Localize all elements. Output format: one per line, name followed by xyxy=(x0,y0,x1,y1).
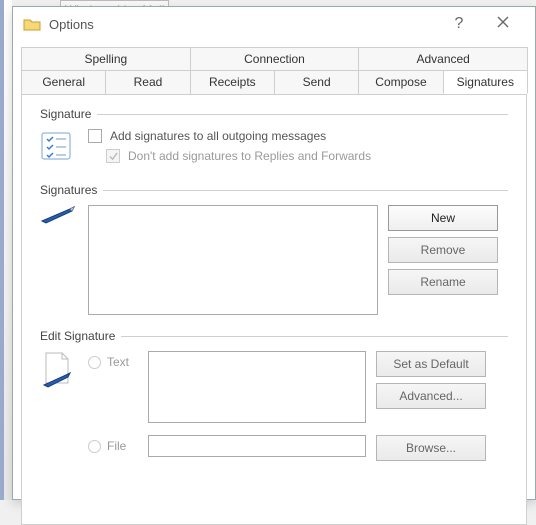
page-pen-icon xyxy=(40,351,88,394)
folder-icon xyxy=(23,17,41,31)
new-button[interactable]: New xyxy=(388,205,498,231)
help-button[interactable]: ? xyxy=(437,7,481,41)
group-edit-signature: Edit Signature Text Set as Defaul xyxy=(40,329,508,473)
window-title: Options xyxy=(49,17,437,32)
divider xyxy=(121,336,508,337)
tab-read[interactable]: Read xyxy=(105,70,190,94)
label-radio-text: Text xyxy=(107,355,129,369)
rename-button: Rename xyxy=(388,269,498,295)
browse-button: Browse... xyxy=(376,435,486,461)
signature-text-input xyxy=(148,351,366,423)
signatures-listbox[interactable] xyxy=(88,205,378,315)
options-dialog: Options ? Spelling Connection Advanced G… xyxy=(12,6,536,500)
group-signature: Signature Add signatures to all outgoing… xyxy=(40,107,508,169)
tab-compose[interactable]: Compose xyxy=(358,70,443,94)
radio-file xyxy=(88,440,101,453)
checklist-icon xyxy=(40,129,88,166)
checkbox-add-signatures[interactable] xyxy=(88,129,102,143)
tab-advanced[interactable]: Advanced xyxy=(358,47,528,70)
checkbox-dont-add-replies xyxy=(106,149,120,163)
radio-text xyxy=(88,356,101,369)
tab-content: Signature Add signatures to all outgoing… xyxy=(21,95,527,525)
group-title-edit: Edit Signature xyxy=(40,329,115,343)
group-title-signatures: Signatures xyxy=(40,183,97,197)
tab-general[interactable]: General xyxy=(21,70,106,94)
label-dont-add-replies: Don't add signatures to Replies and Forw… xyxy=(128,149,371,163)
set-default-button: Set as Default xyxy=(376,351,486,377)
group-title-signature: Signature xyxy=(40,107,91,121)
titlebar: Options ? xyxy=(13,7,535,41)
label-radio-file: File xyxy=(107,439,126,453)
divider xyxy=(103,190,508,191)
tab-receipts[interactable]: Receipts xyxy=(190,70,275,94)
tab-strip: Spelling Connection Advanced General Rea… xyxy=(13,41,535,95)
signature-file-input xyxy=(148,435,366,457)
tab-connection[interactable]: Connection xyxy=(190,47,360,70)
tab-spelling[interactable]: Spelling xyxy=(21,47,191,70)
label-add-signatures: Add signatures to all outgoing messages xyxy=(110,129,326,143)
advanced-button: Advanced... xyxy=(376,383,486,409)
tab-send[interactable]: Send xyxy=(274,70,359,94)
remove-button: Remove xyxy=(388,237,498,263)
pen-icon xyxy=(40,205,88,228)
group-signatures-list: Signatures New Remove Rename xyxy=(40,183,508,315)
close-button[interactable] xyxy=(481,7,525,41)
divider xyxy=(97,114,508,115)
left-edge xyxy=(0,0,4,500)
tab-signatures[interactable]: Signatures xyxy=(443,70,528,94)
